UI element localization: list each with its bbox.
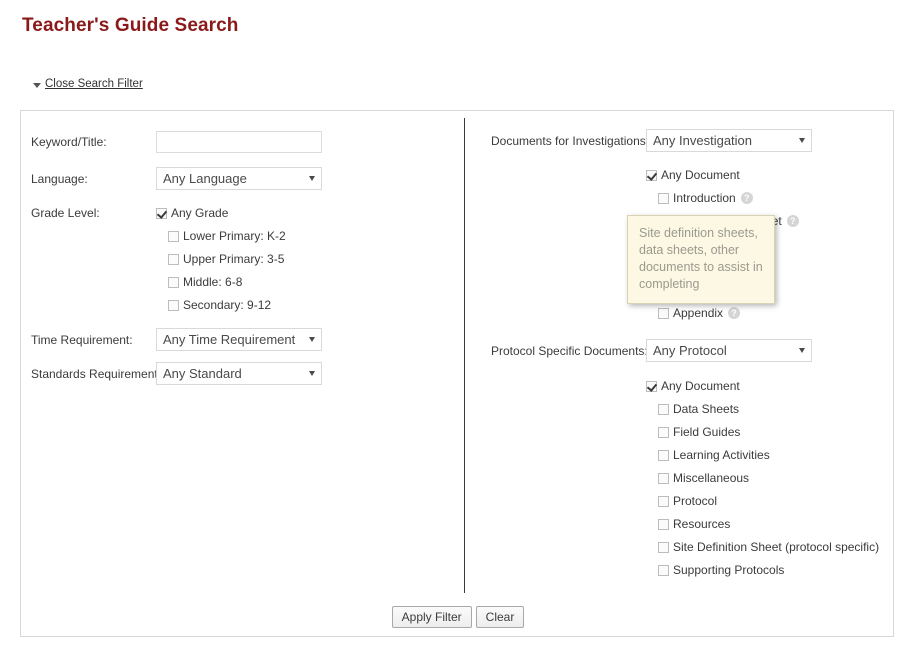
checkbox-protocol-protocol[interactable]: Protocol: [658, 494, 717, 508]
checkbox-box-icon[interactable]: [658, 495, 669, 507]
checkbox-box-icon[interactable]: [658, 541, 669, 553]
checkbox-protocol-learning-activities[interactable]: Learning Activities: [658, 448, 770, 462]
checkbox-protocol-any-document[interactable]: Any Document: [646, 379, 740, 393]
keyword-label: Keyword/Title:: [31, 135, 107, 149]
time-requirement-selected-value: Any Time Requirement: [163, 332, 296, 347]
checkbox-box-icon[interactable]: [658, 426, 669, 438]
language-label: Language:: [31, 171, 88, 186]
protocol-label: Protocol Specific Documents:: [491, 343, 648, 358]
checkbox-box-icon[interactable]: [658, 307, 669, 319]
checkbox-label: Supporting Protocols: [673, 563, 785, 577]
checkbox-middle[interactable]: Middle: 6-8: [168, 275, 242, 289]
checkbox-protocol-supporting-protocols[interactable]: Supporting Protocols: [658, 563, 784, 577]
standards-requirement-label: Standards Requirement:: [31, 366, 162, 381]
standards-requirement-selected-value: Any Standard: [163, 366, 242, 381]
time-requirement-row: Time Requirement: Any Time Requirement: [31, 328, 322, 351]
checkbox-investigations-any-document[interactable]: Any Document: [646, 168, 740, 182]
time-requirement-label: Time Requirement:: [31, 332, 133, 347]
checkbox-label: Lower Primary: K-2: [183, 229, 286, 243]
grade-level-row: Grade Level:: [31, 206, 156, 220]
language-selected-value: Any Language: [163, 171, 247, 186]
checkbox-protocol-miscellaneous[interactable]: Miscellaneous: [658, 471, 749, 485]
close-search-filter-toggle[interactable]: Close Search Filter: [33, 78, 143, 90]
standards-requirement-select[interactable]: Any Standard: [156, 362, 322, 385]
checkbox-box-icon[interactable]: [168, 299, 179, 311]
checkbox-box-icon[interactable]: [168, 253, 179, 265]
time-requirement-select[interactable]: Any Time Requirement: [156, 328, 322, 351]
checkbox-box-icon[interactable]: [646, 380, 657, 392]
chevron-down-icon: [309, 371, 315, 376]
help-tooltip: Site definition sheets, data sheets, oth…: [627, 215, 775, 304]
checkbox-label: Learning Activities: [673, 448, 770, 462]
chevron-down-icon: [799, 138, 805, 143]
checkbox-protocol-site-definition-sheet[interactable]: Site Definition Sheet (protocol specific…: [658, 540, 879, 554]
help-icon[interactable]: ?: [786, 215, 799, 227]
button-bar: Apply Filter Clear: [21, 606, 895, 628]
search-filter-panel: Keyword/Title: Language: Any Language Gr…: [20, 110, 894, 637]
checkbox-label: Resources: [673, 517, 731, 531]
protocol-select[interactable]: Any Protocol: [646, 339, 812, 362]
language-select[interactable]: Any Language: [156, 167, 322, 190]
protocol-row: Protocol Specific Documents: Any Protoco…: [491, 339, 812, 362]
checkbox-label: Data Sheets: [673, 402, 740, 416]
checkbox-any-grade[interactable]: Any Grade: [156, 206, 228, 220]
language-row: Language: Any Language: [31, 167, 322, 190]
standards-requirement-row: Standards Requirement: Any Standard: [31, 362, 322, 385]
checkbox-box-icon[interactable]: [646, 169, 657, 181]
checkbox-protocol-field-guides[interactable]: Field Guides: [658, 425, 740, 439]
checkbox-box-icon[interactable]: [658, 564, 669, 576]
investigations-select[interactable]: Any Investigation: [646, 129, 812, 152]
checkbox-label: Introduction: [673, 191, 736, 205]
checkbox-investigations-appendix[interactable]: Appendix ?: [658, 306, 741, 320]
apply-filter-button[interactable]: Apply Filter: [391, 606, 472, 628]
investigations-label: Documents for Investigations:: [491, 133, 650, 148]
chevron-down-icon: [309, 176, 315, 181]
investigations-row: Documents for Investigations: Any Invest…: [491, 129, 812, 152]
checkbox-protocol-resources[interactable]: Resources: [658, 517, 730, 531]
checkbox-label: Miscellaneous: [673, 471, 750, 485]
checkbox-label: Site Definition Sheet (protocol specific…: [673, 540, 880, 554]
keyword-input[interactable]: [156, 131, 322, 153]
checkbox-box-icon[interactable]: [658, 472, 669, 484]
checkbox-label: Any Grade: [171, 206, 229, 220]
column-divider: [464, 118, 465, 593]
checkbox-label: Upper Primary: 3-5: [183, 252, 285, 266]
protocol-selected-value: Any Protocol: [653, 343, 727, 358]
page-title: Teacher's Guide Search: [22, 15, 239, 36]
checkbox-label: Any Document: [661, 168, 740, 182]
checkbox-investigations-introduction[interactable]: Introduction ?: [658, 191, 753, 205]
checkbox-box-icon[interactable]: [658, 403, 669, 415]
checkbox-label: Any Document: [661, 379, 740, 393]
triangle-down-icon: [33, 82, 41, 88]
close-search-filter-label: Close Search Filter: [45, 78, 143, 90]
checkbox-label: Secondary: 9-12: [183, 298, 272, 312]
checkbox-box-icon[interactable]: [658, 192, 669, 204]
investigations-selected-value: Any Investigation: [653, 133, 753, 148]
chevron-down-icon: [799, 348, 805, 353]
grade-level-label: Grade Level:: [31, 206, 100, 220]
checkbox-secondary[interactable]: Secondary: 9-12: [168, 298, 271, 312]
checkbox-box-icon[interactable]: [658, 518, 669, 530]
clear-button[interactable]: Clear: [475, 606, 525, 628]
keyword-row: Keyword/Title:: [31, 131, 322, 153]
checkbox-box-icon[interactable]: [156, 207, 167, 219]
checkbox-protocol-data-sheets[interactable]: Data Sheets: [658, 402, 739, 416]
checkbox-label: Appendix: [673, 306, 724, 320]
checkbox-label: Middle: 6-8: [183, 275, 243, 289]
checkbox-label: Field Guides: [673, 425, 741, 439]
checkbox-box-icon[interactable]: [658, 449, 669, 461]
help-icon[interactable]: ?: [728, 307, 741, 319]
help-icon[interactable]: ?: [740, 192, 753, 204]
checkbox-box-icon[interactable]: [168, 230, 179, 242]
checkbox-upper-primary[interactable]: Upper Primary: 3-5: [168, 252, 284, 266]
checkbox-label: Protocol: [673, 494, 718, 508]
checkbox-box-icon[interactable]: [168, 276, 179, 288]
chevron-down-icon: [309, 337, 315, 342]
checkbox-lower-primary[interactable]: Lower Primary: K-2: [168, 229, 286, 243]
